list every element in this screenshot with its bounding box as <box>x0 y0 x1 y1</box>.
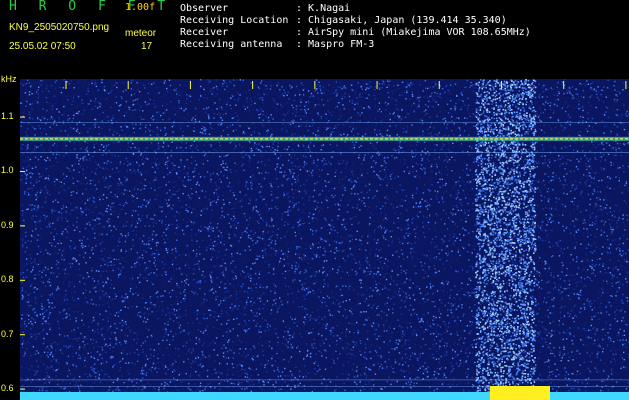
header-panel: H R O F F T 1.00f KN9_2505020750.png 25.… <box>0 0 629 74</box>
datetime-label: 25.05.02 07:50 <box>9 41 76 52</box>
filename-label: KN9_2505020750.png <box>9 22 110 33</box>
antenna-value: : Maspro FM-3 <box>296 39 375 50</box>
y-tick-label: 0.9 <box>1 219 14 230</box>
receiver-value: : AirSpy mini (Miakejima VOR 108.65MHz) <box>296 27 531 38</box>
observer-label: Observer <box>180 3 229 14</box>
y-tick-label: 1.0 <box>1 165 14 176</box>
receiver-label: Receiver <box>180 27 229 38</box>
version-label: 1.00f <box>125 2 156 13</box>
y-tick-label: 0.7 <box>1 328 14 339</box>
y-tick-label: 0.8 <box>1 274 14 285</box>
meteor-count: 17 <box>141 41 153 52</box>
location-value: : Chigasaki, Japan (139.414 35.340) <box>296 15 507 26</box>
spectrogram <box>20 79 629 400</box>
y-tick-label: 1.1 <box>1 111 14 122</box>
observer-value: : K.Nagai <box>296 3 351 14</box>
meteor-label: meteor <box>125 28 157 39</box>
y-tick-label: 0.6 <box>1 383 14 394</box>
burst-strength <box>490 386 550 400</box>
location-label: Receiving Location <box>180 15 289 26</box>
antenna-label: Receiving antenna <box>180 39 283 50</box>
y-axis-unit: kHz <box>1 74 17 84</box>
